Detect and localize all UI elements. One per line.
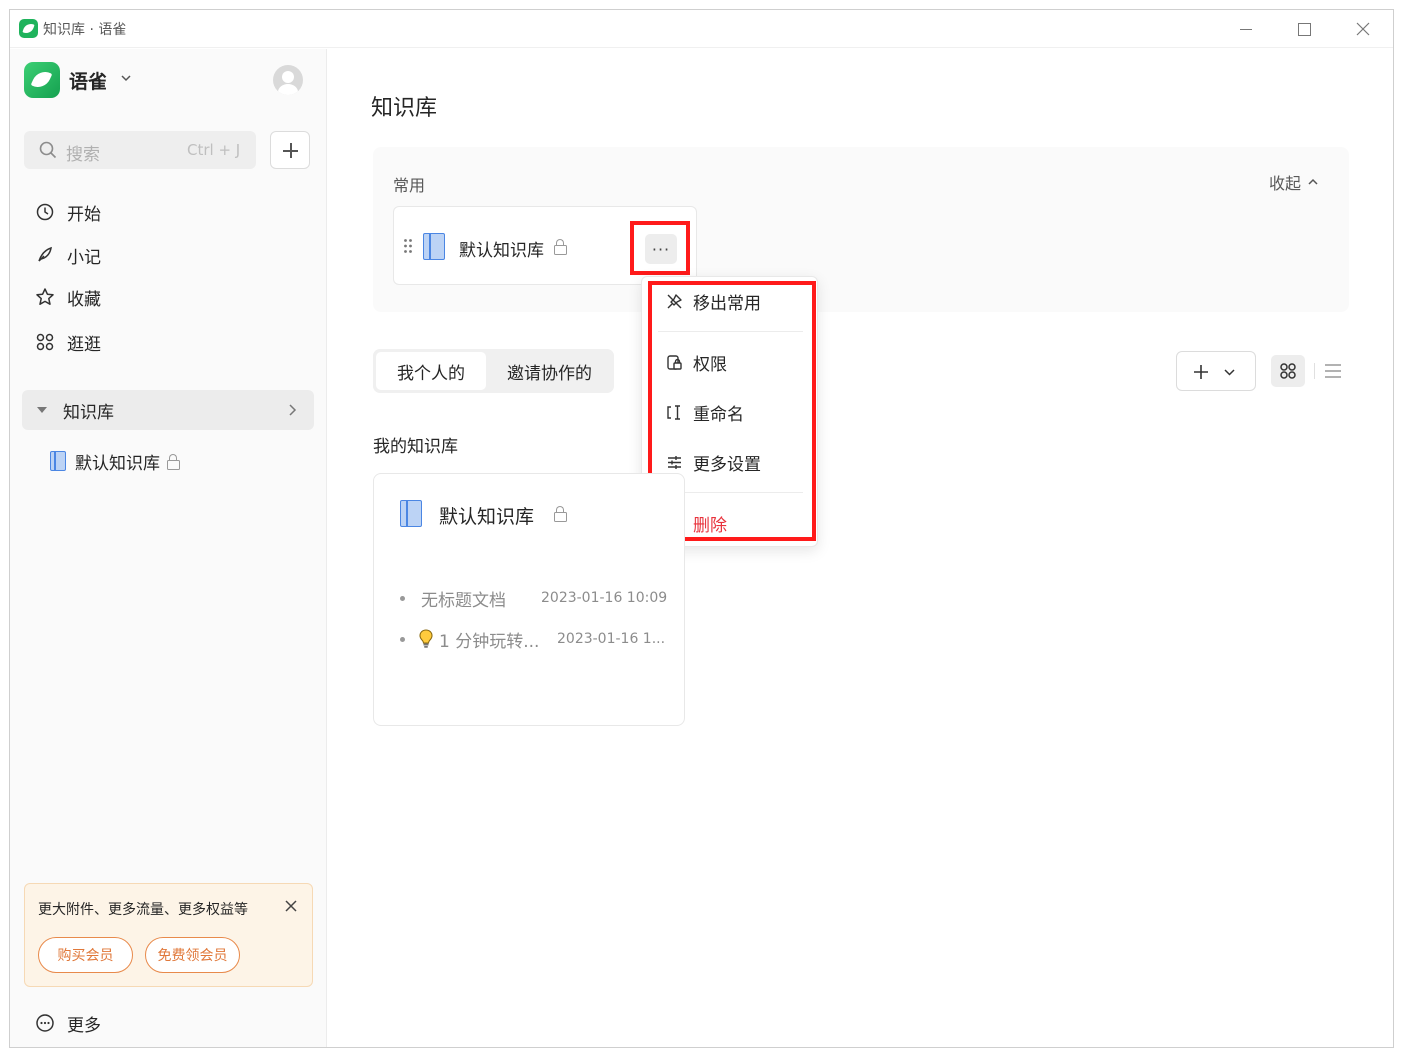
kb-tabs: 我个人的 邀请协作的: [373, 349, 614, 393]
close-icon[interactable]: [283, 898, 299, 914]
maximize-button[interactable]: [1281, 14, 1327, 44]
new-kb-dropdown-button[interactable]: [1176, 351, 1256, 391]
sidebar-item-start[interactable]: 开始: [22, 193, 314, 231]
sidebar-item-label: 收藏: [67, 289, 101, 310]
sidebar-item-label: 逛逛: [67, 334, 101, 355]
star-icon: [35, 287, 55, 307]
lock-icon: [554, 506, 567, 522]
common-section-label: 常用: [393, 176, 426, 195]
feather-icon: [35, 245, 55, 265]
brand-switcher[interactable]: 语雀: [69, 67, 107, 94]
lock-icon: [554, 239, 567, 255]
plus-icon: [1194, 365, 1208, 379]
book-icon: [50, 451, 66, 471]
my-kb-section-title: 我的知识库: [373, 437, 458, 457]
list-item[interactable]: 1 分钟玩转... 2023-01-16 1...: [400, 627, 665, 652]
collapse-button[interactable]: 收起: [1269, 170, 1319, 194]
user-avatar[interactable]: [273, 65, 303, 95]
membership-promo: 更大附件、更多流量、更多权益等 购买会员 免费领会员: [24, 883, 313, 987]
yuque-logo-icon: [24, 62, 60, 98]
chevron-up-icon: [1308, 178, 1318, 185]
grid-icon: [1280, 363, 1296, 379]
free-membership-button[interactable]: 免费领会员: [145, 937, 240, 973]
buy-membership-button[interactable]: 购买会员: [38, 937, 133, 973]
promo-text: 更大附件、更多流量、更多权益等: [38, 902, 248, 918]
doc-title: 1 分钟玩转...: [439, 631, 540, 652]
chevron-down-icon: [1224, 369, 1235, 376]
clock-icon: [35, 202, 55, 222]
new-item-button[interactable]: [270, 131, 310, 169]
kb-card[interactable]: 默认知识库 无标题文档 2023-01-16 10:09 1 分钟玩转... 2…: [373, 473, 685, 726]
sidebar-section-label: 知识库: [63, 402, 114, 423]
tab-personal[interactable]: 我个人的: [376, 352, 486, 390]
sidebar-item-label: 小记: [67, 247, 101, 268]
search-input[interactable]: 搜索 Ctrl + J: [24, 131, 256, 169]
sidebar-item-label: 更多: [67, 1015, 101, 1036]
search-placeholder: 搜索: [66, 145, 100, 165]
more-options-button[interactable]: ···: [645, 234, 677, 264]
search-shortcut: Ctrl + J: [187, 141, 241, 159]
chevron-right-icon: [289, 404, 297, 416]
lightbulb-icon: [419, 629, 433, 648]
common-panel: 常用 收起 默认知识库 ···: [373, 147, 1349, 312]
sidebar-item-knowledge-base[interactable]: 知识库: [22, 390, 314, 430]
caret-down-icon[interactable]: [37, 407, 47, 413]
drag-handle-icon[interactable]: [403, 238, 413, 254]
common-kb-name: 默认知识库: [459, 241, 544, 261]
sidebar-item-favorites[interactable]: 收藏: [22, 278, 314, 316]
doc-time: 2023-01-16 1...: [557, 631, 666, 647]
list-view-icon[interactable]: [1323, 361, 1343, 381]
common-kb-card[interactable]: 默认知识库 ···: [393, 206, 697, 285]
list-item[interactable]: 无标题文档 2023-01-16 10:09: [400, 586, 667, 611]
bullet: [400, 595, 405, 601]
sidebar-item-explore[interactable]: 逛逛: [22, 323, 314, 361]
page-title: 知识库: [371, 96, 438, 121]
lock-icon: [167, 454, 180, 470]
yuque-logo-icon: [19, 19, 38, 38]
grid-icon: [35, 332, 55, 352]
kb-card-name: 默认知识库: [439, 506, 535, 528]
close-icon: [1356, 22, 1370, 36]
search-icon: [39, 141, 57, 159]
view-separator: [1314, 363, 1315, 379]
chevron-down-icon[interactable]: [119, 71, 133, 85]
doc-title: 无标题文档: [421, 590, 506, 611]
sidebar: 语雀 搜索 Ctrl + J 开始 小记 收藏 逛逛 知识库 默认知识库 更大附…: [10, 49, 327, 1047]
app-window: 知识库 · 语雀 语雀 搜索 Ctrl + J 开始 小记 收藏 逛逛 知识库 …: [9, 9, 1394, 1048]
sidebar-item-label: 开始: [67, 204, 101, 225]
doc-time: 2023-01-16 10:09: [541, 590, 668, 606]
close-window-button[interactable]: [1340, 14, 1386, 44]
highlight-box: ···: [630, 221, 690, 275]
minimize-button[interactable]: [1223, 14, 1269, 44]
title-bar: 知识库 · 语雀: [10, 10, 1393, 48]
book-icon: [400, 500, 422, 527]
sidebar-item-more[interactable]: 更多: [22, 1004, 101, 1042]
sidebar-item-label: 默认知识库: [75, 453, 160, 474]
collapse-label: 收起: [1268, 174, 1301, 193]
more-circle-icon: [35, 1013, 55, 1033]
sidebar-item-notes[interactable]: 小记: [22, 236, 314, 274]
window-title: 知识库 · 语雀: [43, 22, 127, 38]
sidebar-item-default-kb[interactable]: 默认知识库: [50, 447, 180, 475]
grid-view-button[interactable]: [1271, 355, 1305, 387]
book-icon: [423, 233, 445, 260]
bullet: [400, 636, 405, 642]
tab-invited[interactable]: 邀请协作的: [488, 352, 611, 390]
